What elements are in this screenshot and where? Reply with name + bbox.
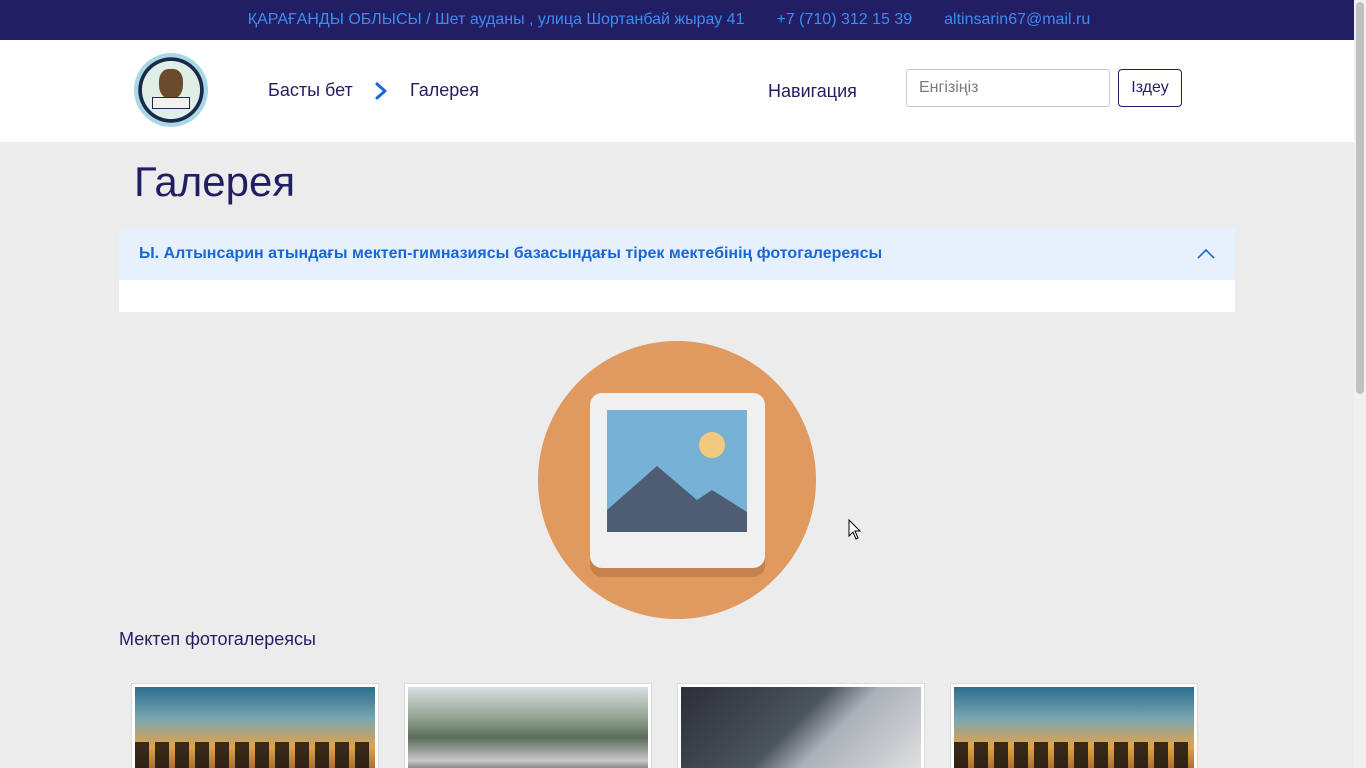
section-title: Мектеп фотогалереясы — [119, 629, 316, 649]
page-title: Галерея — [134, 158, 296, 205]
scrollbar-thumb[interactable] — [1356, 2, 1364, 394]
book-icon — [152, 97, 190, 109]
navigation-menu-link[interactable]: Навигация — [768, 81, 857, 102]
image-placeholder-icon — [538, 341, 816, 619]
school-logo[interactable] — [134, 53, 208, 127]
accordion-body — [119, 280, 1235, 312]
top-contact-bar: ҚАРАҒАНДЫ ОБЛЫСЫ / Шет ауданы , улица Шо… — [0, 0, 1354, 40]
site-header: Басты бет Галерея Навигация Іздеу — [0, 40, 1354, 142]
search-button[interactable]: Іздеу — [1118, 69, 1182, 107]
page-scrollbar[interactable] — [1354, 0, 1366, 768]
address-text: ҚАРАҒАНДЫ ОБЛЫСЫ / Шет ауданы , улица Шо… — [247, 11, 745, 28]
mouse-cursor-icon — [848, 519, 862, 540]
gallery-accordion: Ы. Алтынсарин атындағы мектеп-гимназиясы… — [119, 228, 1235, 312]
portrait-icon — [159, 69, 183, 99]
accordion-title: Ы. Алтынсарин атындағы мектеп-гимназиясы… — [139, 245, 883, 262]
chevron-right-icon — [375, 82, 387, 100]
phone-link[interactable]: +7 (710) 312 15 39 — [776, 11, 912, 29]
search-input[interactable] — [906, 69, 1110, 107]
race-car-photo — [408, 687, 648, 768]
gallery-thumbnail[interactable] — [950, 683, 1198, 768]
accordion-header[interactable]: Ы. Алтынсарин атындағы мектеп-гимназиясы… — [119, 228, 1235, 280]
gallery-thumbnail[interactable] — [404, 683, 652, 768]
sunset-crowd-photo — [135, 687, 375, 768]
sunset-crowd-photo — [954, 687, 1194, 768]
breadcrumb-home-link[interactable]: Басты бет — [268, 80, 353, 101]
gallery-thumbnail[interactable] — [677, 683, 925, 768]
car-headlight-photo — [681, 687, 921, 768]
email-link[interactable]: altinsarin67@mail.ru — [944, 11, 1090, 29]
chevron-up-icon[interactable] — [1197, 248, 1215, 260]
gallery-thumbnail[interactable] — [131, 683, 379, 768]
breadcrumb-current: Галерея — [410, 80, 480, 100]
